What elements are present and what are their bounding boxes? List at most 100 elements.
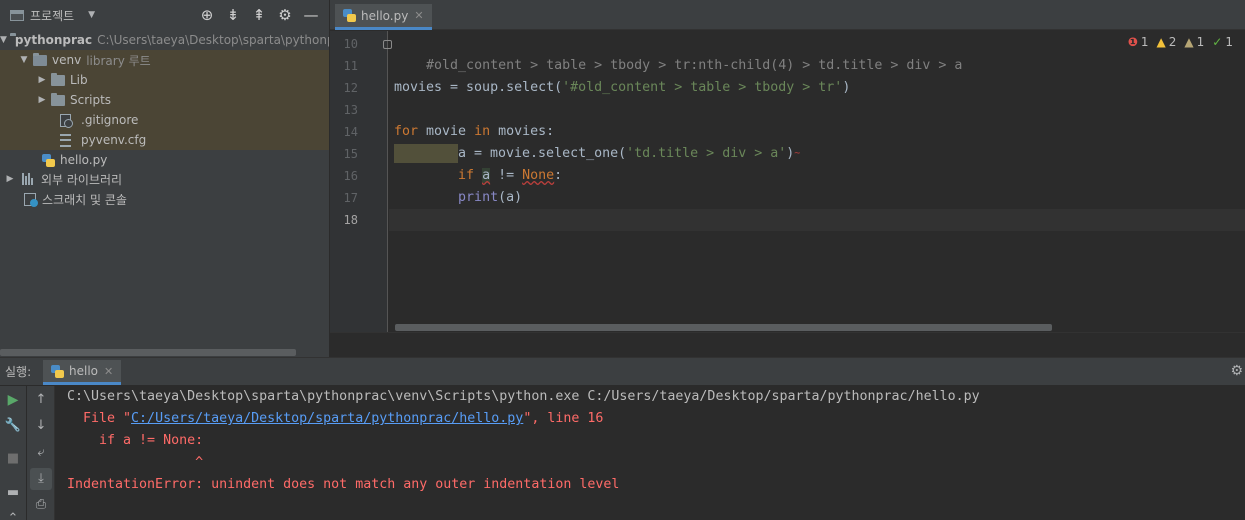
scroll-to-end-icon[interactable]: ⤓: [30, 468, 52, 490]
chevron-down-icon[interactable]: ▼: [88, 10, 95, 20]
line-number-gutter: 10 11 12 13 14 15 16 17 18: [330, 31, 388, 332]
close-icon[interactable]: ✕: [104, 365, 113, 378]
python-file-icon: [343, 9, 356, 22]
project-title: 프로젝트: [30, 8, 75, 23]
code-line[interactable]: movies = soup.select('#old_content > tab…: [394, 77, 850, 99]
chevron-right-icon[interactable]: ▶: [36, 95, 48, 105]
weak-warning-icon: ▲: [1184, 35, 1194, 49]
line-number: 17: [343, 191, 358, 205]
warning-count[interactable]: ▲ 2: [1157, 35, 1177, 49]
collapse-all-icon[interactable]: ⇞: [246, 6, 272, 24]
folder-icon: [51, 92, 65, 106]
code-line[interactable]: print(a): [394, 187, 522, 209]
line-number: 16: [343, 169, 358, 183]
close-icon[interactable]: ✕: [414, 9, 423, 22]
arrow-up-icon[interactable]: ↑: [30, 389, 52, 411]
config-file-icon: [60, 133, 71, 147]
code-text: ): [842, 80, 851, 95]
tree-item-hello-py[interactable]: hello.py: [0, 150, 329, 170]
line-number: 12: [343, 81, 358, 95]
tree-item-pyvenv[interactable]: pyvenv.cfg: [0, 130, 329, 150]
fold-icon[interactable]: [383, 40, 392, 49]
tree-item-scratches[interactable]: 스크래치 및 콘솔: [0, 189, 329, 209]
code-comment: #old_content > table > tbody > tr:nth-ch…: [426, 58, 963, 73]
code-text: :: [554, 168, 563, 183]
code-builtin: print: [458, 190, 499, 205]
editor-bottom-area: [330, 332, 1245, 357]
arrow-down-icon[interactable]: ↓: [30, 415, 52, 437]
tree-item-pythonprac[interactable]: ▼ pythonprac C:\Users\taeya\Desktop\spar…: [0, 30, 329, 50]
console-command-line: C:\Users\taeya\Desktop\sparta\pythonprac…: [67, 389, 980, 404]
pin-icon[interactable]: ⌃: [2, 508, 24, 520]
hide-panel-icon[interactable]: —: [298, 6, 324, 24]
locate-file-icon[interactable]: ⊕: [194, 6, 220, 24]
chevron-right-icon[interactable]: ▶: [4, 174, 16, 184]
run-tool-window: 실행: hello ✕ ⚙ ▶ 🔧 ■ ▬ ⌃ ↑ ↓ ⤶ ⤓ ⎙ C:\Use…: [0, 357, 1245, 520]
run-toolbar-secondary: ↑ ↓ ⤶ ⤓ ⎙: [27, 386, 55, 520]
expand-all-icon[interactable]: ⇟: [220, 6, 246, 24]
code-keyword: if: [458, 168, 475, 183]
run-toolbar-primary: ▶ 🔧 ■ ▬ ⌃: [0, 386, 26, 520]
folder-icon: [33, 52, 47, 66]
project-horizontal-scrollbar[interactable]: [0, 349, 296, 356]
editor-horizontal-scrollbar[interactable]: [395, 324, 1052, 331]
bad-indent-marker: [394, 143, 458, 163]
console-caret: ^: [67, 455, 204, 470]
python-file-icon: [42, 153, 55, 167]
code-variable: a: [482, 168, 491, 183]
tree-item-hint: library 루트: [86, 53, 151, 68]
tree-item-scripts[interactable]: ▶ Scripts: [0, 90, 329, 110]
tree-item-venv[interactable]: ▼ venv library 루트: [0, 50, 329, 70]
tab-hello-py[interactable]: hello.py ✕: [335, 4, 432, 30]
code-line[interactable]: #old_content > table > tbody > tr:nth-ch…: [394, 33, 962, 73]
chevron-down-icon[interactable]: ▼: [0, 35, 7, 45]
gear-icon[interactable]: ⚙: [272, 6, 298, 24]
check-icon: ✓: [1212, 35, 1223, 49]
library-icon: [22, 173, 36, 185]
gear-icon[interactable]: ⚙: [1230, 363, 1243, 379]
tree-item-label: .gitignore: [81, 113, 139, 127]
code-line[interactable]: if a != None:: [394, 165, 562, 187]
console-file-link[interactable]: C:/Users/taeya/Desktop/sparta/pythonprac…: [131, 411, 523, 426]
layout-icon[interactable]: ▬: [2, 482, 24, 504]
code-line[interactable]: for movie in movies:: [394, 121, 554, 143]
project-tool-window: 프로젝트 ▼ ⊕ ⇟ ⇞ ⚙ — ▼ pythonprac C:\Users\t…: [0, 0, 329, 357]
rerun-icon[interactable]: ▶: [2, 389, 24, 411]
code-string: 'td.title > div > a': [626, 146, 787, 161]
error-squiggle-icon: ~: [794, 148, 801, 159]
line-number: 15: [343, 147, 358, 161]
print-icon[interactable]: ⎙: [30, 494, 52, 516]
chevron-down-icon[interactable]: ▼: [18, 55, 30, 65]
line-number: 18: [343, 213, 358, 227]
project-view-selector[interactable]: 프로젝트 ▼: [10, 7, 95, 24]
tab-run-hello[interactable]: hello ✕: [43, 360, 122, 385]
weak-warning-count[interactable]: ▲ 1: [1184, 35, 1204, 49]
soft-wrap-icon[interactable]: ⤶: [30, 442, 52, 464]
wrench-icon[interactable]: 🔧: [2, 415, 24, 437]
line-number: 14: [343, 125, 358, 139]
tab-label: hello: [69, 364, 98, 378]
tree-item-gitignore[interactable]: .gitignore: [0, 110, 329, 130]
line-number: 10: [343, 37, 358, 51]
tree-item-label: 외부 라이브러리: [41, 172, 123, 187]
console-traceback-code: if a != None:: [67, 433, 204, 448]
tree-item-label: hello.py: [60, 153, 108, 167]
tree-item-label: Scripts: [70, 93, 112, 107]
code-text: (a): [498, 190, 523, 205]
chevron-right-icon[interactable]: ▶: [36, 75, 48, 85]
tree-item-path: C:\Users\taeya\Desktop\sparta\pythonprac: [97, 33, 329, 47]
error-count[interactable]: ❶1: [1128, 35, 1149, 49]
tree-item-label: pyvenv.cfg: [81, 133, 147, 147]
tree-item-lib[interactable]: ▶ Lib: [0, 70, 329, 90]
tree-item-label: venv: [52, 53, 82, 67]
code-text: movie: [418, 124, 475, 139]
tab-label: hello.py: [361, 8, 409, 23]
code-line[interactable]: a = movie.select_one('td.title > div > a…: [394, 143, 800, 165]
tree-item-external-libraries[interactable]: ▶ 외부 라이브러리: [0, 169, 329, 189]
typo-count[interactable]: ✓ 1: [1212, 35, 1233, 49]
inspections-widget[interactable]: ❶1 ▲ 2 ▲ 1 ✓ 1: [1128, 35, 1233, 49]
editor-tab-bar: hello.py ✕: [330, 0, 1245, 30]
tree-item-label: 스크래치 및 콘솔: [42, 192, 127, 207]
run-label: 실행:: [5, 365, 32, 379]
stop-icon[interactable]: ■: [2, 448, 24, 470]
